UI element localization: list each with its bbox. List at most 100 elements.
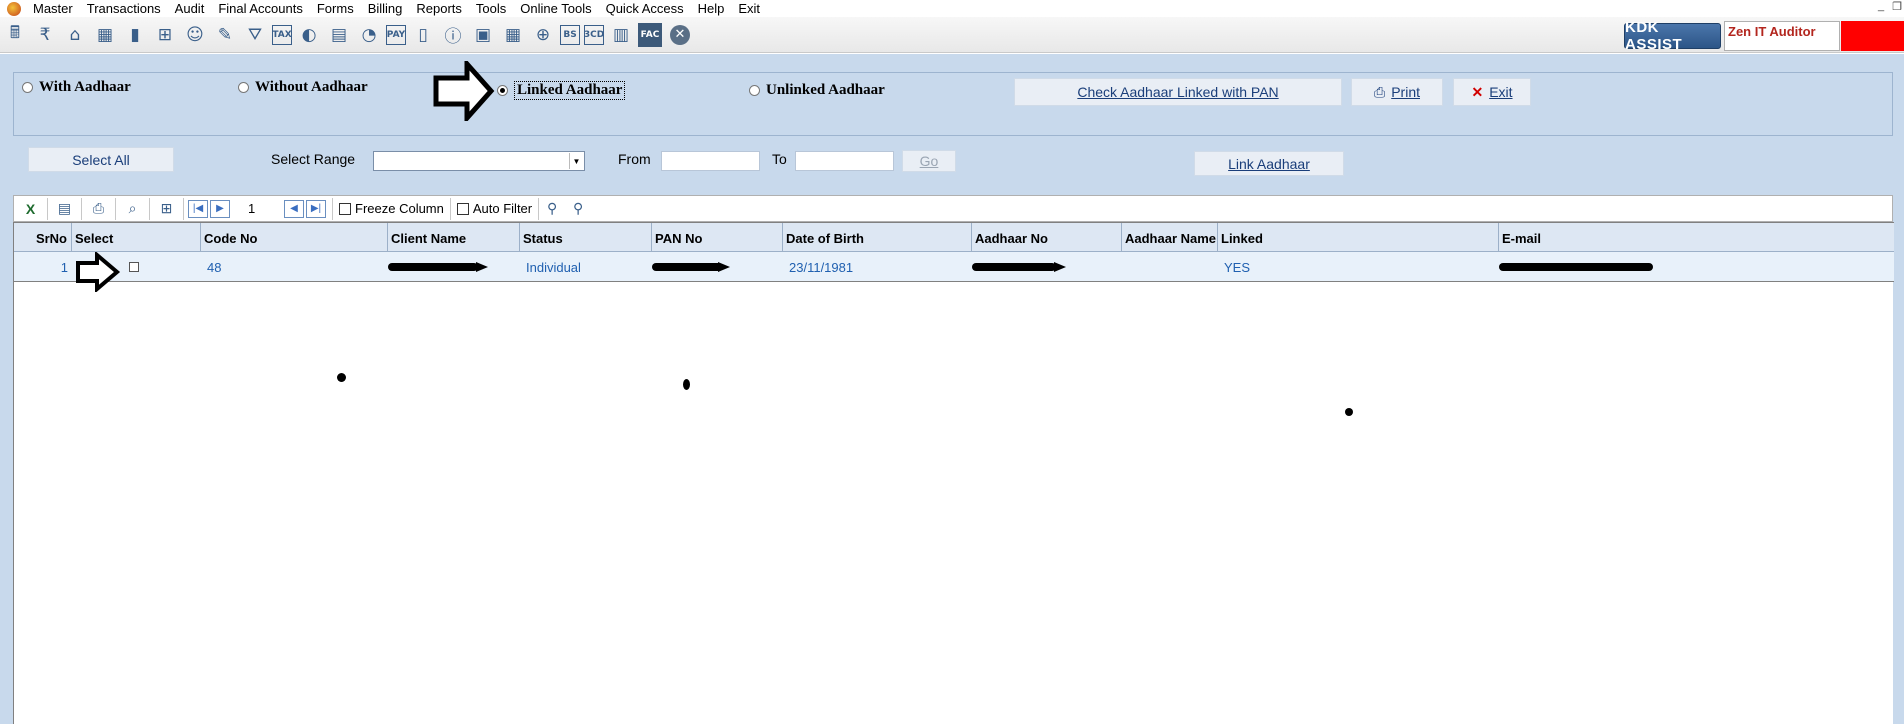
tax-icon[interactable]: TAX [272, 24, 292, 45]
column-header[interactable]: SrNo [14, 223, 72, 253]
column-header[interactable]: Aadhaar No [972, 223, 1122, 253]
menu-help[interactable]: Help [692, 1, 733, 16]
restore-icon[interactable]: ❐ [1892, 0, 1902, 13]
freeze-column-toggle[interactable]: Freeze Column [333, 197, 451, 220]
stray-dot [337, 373, 346, 382]
radio-dot-selected [497, 85, 508, 96]
column-header[interactable]: Client Name [388, 223, 520, 253]
client-name-cell [388, 252, 520, 282]
menu-final-accounts[interactable]: Final Accounts [212, 1, 311, 16]
3cd-icon[interactable]: 3CD [584, 24, 604, 45]
column-header[interactable]: Status [520, 223, 652, 253]
minimize-icon[interactable]: _ [1878, 0, 1884, 13]
column-header[interactable]: Select [72, 223, 201, 253]
radio-unlinked-aadhaar[interactable]: Unlinked Aadhaar [749, 82, 885, 99]
page-nav-back: ◀ ▶| [280, 197, 333, 220]
hierarchy-icon[interactable]: ⊞ [150, 197, 184, 220]
report-icon[interactable]: ▥ [608, 22, 634, 48]
column-header[interactable]: PAN No [652, 223, 783, 253]
radio-dot [238, 82, 249, 93]
check-aadhaar-pan-button[interactable]: Check Aadhaar Linked with PAN [1014, 78, 1342, 106]
menu-online-tools[interactable]: Online Tools [514, 1, 599, 16]
menu-quick-access[interactable]: Quick Access [600, 1, 692, 16]
radio-without-aadhaar[interactable]: Without Aadhaar [238, 79, 368, 96]
find-next-icon[interactable]: ⚲ [565, 198, 591, 220]
redaction-mark [652, 263, 722, 271]
print-button[interactable]: ⎙ Print [1351, 78, 1443, 106]
folder-add-icon[interactable]: ⊕ [530, 22, 556, 48]
last-page-icon[interactable]: ▶| [306, 199, 326, 218]
close-icon[interactable]: ✕ [670, 24, 690, 45]
checkbox [129, 262, 139, 272]
page-nav: |◀ ▶ [184, 199, 236, 218]
bs-icon[interactable]: BS [560, 24, 580, 45]
stray-dot [683, 379, 690, 390]
search-icon[interactable]: ⌕ [116, 197, 150, 220]
pie-icon[interactable]: ◔ [356, 22, 382, 48]
home-icon[interactable]: ⌂ [62, 22, 88, 48]
building-icon[interactable]: ▦ [92, 22, 118, 48]
select-range-dropdown[interactable]: ▼ [373, 151, 585, 171]
next-page-icon[interactable]: ▶ [210, 199, 230, 218]
column-header[interactable]: Date of Birth [783, 223, 972, 253]
linked-cell: YES [1224, 259, 1251, 275]
client-grid: SrNo Select Code No Client Name Status P… [13, 222, 1894, 724]
menu-transactions[interactable]: Transactions [81, 1, 169, 16]
calculator-icon[interactable]: 🖩 [2, 22, 28, 48]
book-icon[interactable]: ▯ [410, 22, 436, 48]
info-icon[interactable]: ⓘ [440, 22, 466, 48]
menu-exit[interactable]: Exit [732, 1, 768, 16]
table-row[interactable]: 1 48 Individual 23/11/1981 YES [14, 252, 1894, 282]
pay-icon[interactable]: PAY [386, 24, 406, 45]
grid-header: SrNo Select Code No Client Name Status P… [14, 222, 1894, 253]
radio-dot [749, 85, 760, 96]
column-header[interactable]: Linked [1218, 223, 1499, 253]
print-grid-icon[interactable]: ⎙ [82, 197, 116, 220]
first-page-icon[interactable]: |◀ [188, 199, 208, 218]
srno-cell: 1 [60, 259, 68, 275]
annotation-arrow-icon [433, 61, 495, 121]
users-icon[interactable]: ☺ [182, 22, 208, 48]
calculator-grid-icon[interactable]: ▤ [326, 22, 352, 48]
calendar-icon[interactable]: ▦ [500, 22, 526, 48]
menu-forms[interactable]: Forms [311, 1, 362, 16]
menu-tools[interactable]: Tools [470, 1, 514, 16]
bar-chart-icon[interactable]: ▮ [122, 22, 148, 48]
radio-label: With Aadhaar [39, 79, 131, 95]
rupee-icon[interactable]: ₹ [32, 22, 58, 48]
filter-icon[interactable]: ⛛ [242, 22, 268, 48]
fac-icon[interactable]: FAC [638, 22, 662, 47]
to-input[interactable] [795, 151, 894, 171]
radio-linked-aadhaar[interactable]: Linked Aadhaar [497, 81, 626, 100]
button-label: Exit [1489, 84, 1513, 100]
pin-icon[interactable]: ✎ [212, 22, 238, 48]
refresh-icon[interactable]: ◐ [296, 22, 322, 48]
select-all-button[interactable]: Select All [28, 147, 174, 172]
previous-page-icon[interactable]: ◀ [284, 199, 304, 218]
column-header[interactable]: Code No [201, 223, 388, 253]
from-input[interactable] [661, 151, 760, 171]
find-user-icon[interactable]: ⚲ [539, 198, 565, 220]
radio-with-aadhaar[interactable]: With Aadhaar [22, 79, 131, 96]
menu-reports[interactable]: Reports [410, 1, 470, 16]
aadhaar-no-cell [972, 252, 1122, 282]
menu-billing[interactable]: Billing [362, 1, 411, 16]
menu-audit[interactable]: Audit [169, 1, 213, 16]
checkbox-label: Auto Filter [472, 201, 533, 216]
form-icon[interactable]: ▣ [470, 22, 496, 48]
checkbox-label: Freeze Column [355, 201, 444, 216]
auto-filter-toggle[interactable]: Auto Filter [451, 197, 540, 220]
column-header[interactable]: Aadhaar Name [1122, 223, 1218, 253]
link-aadhaar-button[interactable]: Link Aadhaar [1194, 151, 1344, 176]
column-header[interactable]: E-mail [1499, 223, 1894, 253]
radio-label: Linked Aadhaar [514, 81, 626, 100]
exit-button[interactable]: ✕ Exit [1453, 78, 1531, 106]
save-file-icon[interactable]: ▤ [48, 197, 82, 220]
excel-export-icon[interactable]: X [14, 197, 48, 220]
select-checkbox[interactable] [126, 252, 146, 282]
button-label: Select All [72, 151, 130, 168]
menu-master[interactable]: Master [27, 1, 81, 16]
kdk-assist-button[interactable]: KDK ASSIST [1624, 19, 1721, 53]
gift-icon[interactable]: ⊞ [152, 22, 178, 48]
go-button[interactable]: Go [902, 150, 956, 172]
